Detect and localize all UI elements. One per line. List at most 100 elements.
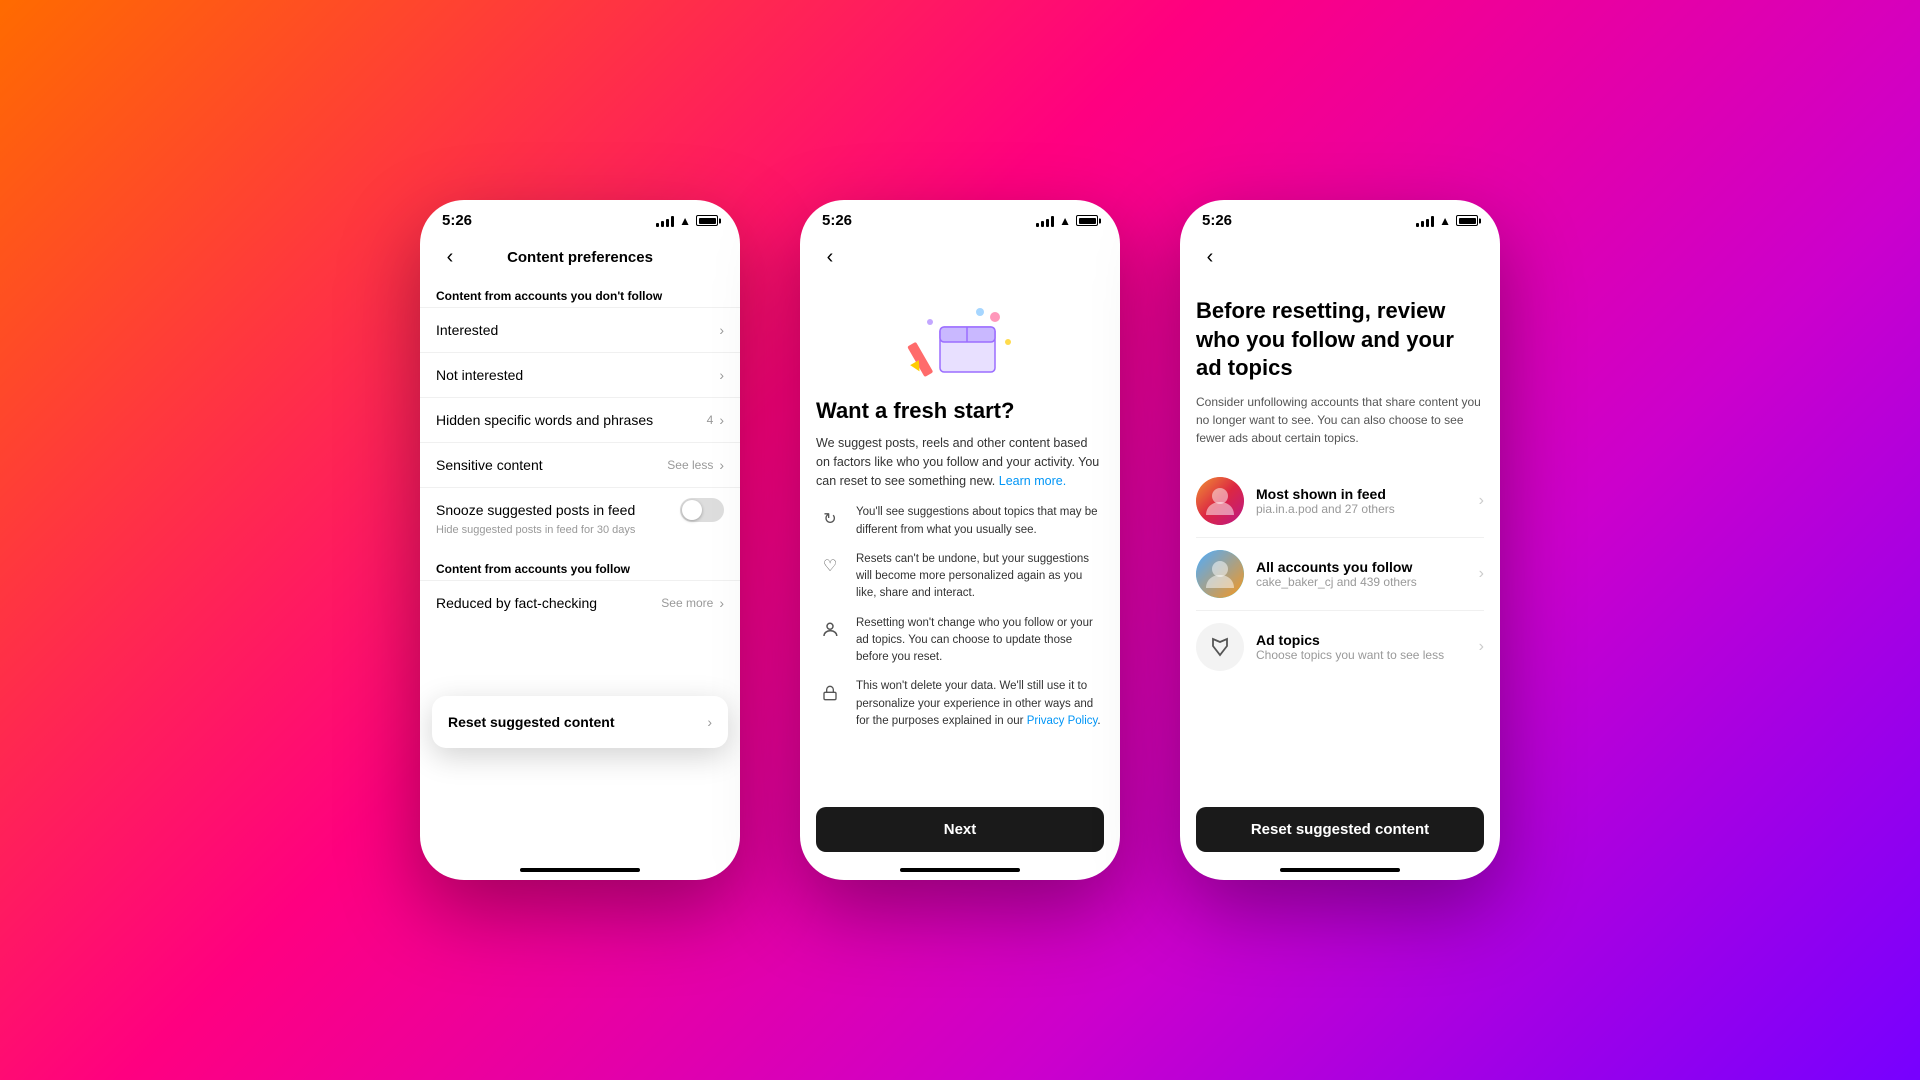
section1-header: Content from accounts you don't follow — [420, 281, 740, 307]
back-button-3[interactable]: ‹ — [1196, 243, 1224, 271]
status-bar-1: 5:26 ▲ — [420, 200, 740, 235]
feature-list: ↻ You'll see suggestions about topics th… — [816, 504, 1104, 795]
feature-text-1: You'll see suggestions about topics that… — [856, 504, 1104, 539]
phone2-content: Want a fresh start? We suggest posts, re… — [800, 281, 1120, 868]
back-button-2[interactable]: ‹ — [816, 243, 844, 271]
next-button[interactable]: Next — [816, 807, 1104, 852]
status-icons-1: ▲ — [656, 214, 718, 228]
fact-checking-label: Reduced by fact-checking — [436, 595, 597, 611]
nav-bar-2: ‹ — [800, 235, 1120, 281]
lock-icon — [816, 679, 844, 707]
feature-item-4: This won't delete your data. We'll still… — [816, 678, 1104, 730]
feature-text-4: This won't delete your data. We'll still… — [856, 678, 1104, 730]
phone3-content: Before resetting, review who you follow … — [1180, 281, 1500, 868]
wifi-icon-1: ▲ — [679, 214, 691, 228]
sensitive-content-item[interactable]: Sensitive content See less › — [420, 442, 740, 487]
most-shown-item[interactable]: Most shown in feed pia.in.a.pod and 27 o… — [1196, 465, 1484, 538]
reset-label: Reset suggested content — [448, 714, 614, 730]
fact-checking-right: See more › — [661, 595, 724, 611]
avatar-1 — [1196, 477, 1244, 525]
toggle-thumb — [682, 500, 702, 520]
chevron-icon: › — [719, 322, 724, 338]
learn-more-link[interactable]: Learn more. — [999, 474, 1066, 488]
signal-icon-2 — [1036, 215, 1054, 227]
hidden-words-badge: 4 — [707, 413, 714, 427]
chevron-icon-5: › — [707, 714, 712, 730]
signal-icon-3 — [1416, 215, 1434, 227]
page-title-1: Content preferences — [507, 249, 653, 266]
hidden-words-right: 4 › — [707, 412, 724, 428]
status-icons-2: ▲ — [1036, 214, 1098, 228]
status-bar-3: 5:26 ▲ — [1180, 200, 1500, 235]
all-accounts-info: All accounts you follow cake_baker_cj an… — [1256, 559, 1479, 589]
person-icon — [816, 616, 844, 644]
not-interested-label: Not interested — [436, 367, 523, 383]
back-button-1[interactable]: ‹ — [436, 243, 464, 271]
nav-bar-1: ‹ Content preferences — [420, 235, 740, 281]
phone-2: 5:26 ▲ ‹ — [800, 200, 1120, 880]
account-chevron-2: › — [1479, 565, 1484, 583]
ad-icon — [1196, 623, 1244, 671]
sensitive-right: See less › — [667, 457, 724, 473]
status-time-1: 5:26 — [442, 212, 472, 229]
reset-button[interactable]: Reset suggested content — [1196, 807, 1484, 852]
interested-item[interactable]: Interested › — [420, 307, 740, 352]
wifi-icon-2: ▲ — [1059, 214, 1071, 228]
heart-icon: ♡ — [816, 552, 844, 580]
home-indicator-3 — [1280, 868, 1400, 872]
status-time-3: 5:26 — [1202, 212, 1232, 229]
ad-topics-item[interactable]: Ad topics Choose topics you want to see … — [1196, 611, 1484, 683]
avatar-2 — [1196, 550, 1244, 598]
feature-text-3: Resetting won't change who you follow or… — [856, 615, 1104, 667]
wifi-icon-3: ▲ — [1439, 214, 1451, 228]
phone-1: 5:26 ▲ ‹ Content preferences Content fro… — [420, 200, 740, 880]
chevron-icon-3: › — [719, 412, 724, 428]
illustration — [816, 297, 1104, 382]
feature-item-2: ♡ Resets can't be undone, but your sugge… — [816, 551, 1104, 603]
feature-item-3: Resetting won't change who you follow or… — [816, 615, 1104, 667]
snooze-item[interactable]: Snooze suggested posts in feed Hide sugg… — [420, 487, 740, 546]
back-arrow-icon-2: ‹ — [827, 247, 834, 267]
home-indicator-1 — [520, 868, 640, 872]
most-shown-sub: pia.in.a.pod and 27 others — [1256, 502, 1479, 516]
ad-topics-info: Ad topics Choose topics you want to see … — [1256, 632, 1479, 662]
not-interested-right: › — [719, 367, 724, 383]
battery-icon-2 — [1076, 215, 1098, 226]
see-less-label: See less — [667, 458, 713, 472]
fresh-start-title: Want a fresh start? — [816, 398, 1104, 424]
feature-text-2: Resets can't be undone, but your suggest… — [856, 551, 1104, 603]
sensitive-content-label: Sensitive content — [436, 457, 543, 473]
all-accounts-item[interactable]: All accounts you follow cake_baker_cj an… — [1196, 538, 1484, 611]
chevron-icon-2: › — [719, 367, 724, 383]
reset-card: Reset suggested content › — [432, 696, 728, 748]
account-chevron-1: › — [1479, 492, 1484, 510]
signal-icon-1 — [656, 215, 674, 227]
interested-label: Interested — [436, 322, 498, 338]
status-time-2: 5:26 — [822, 212, 852, 229]
account-list: Most shown in feed pia.in.a.pod and 27 o… — [1196, 465, 1484, 799]
back-arrow-icon-1: ‹ — [447, 247, 454, 267]
reset-suggested-item[interactable]: Reset suggested content › — [432, 696, 728, 748]
hidden-words-item[interactable]: Hidden specific words and phrases 4 › — [420, 397, 740, 442]
fresh-start-desc: We suggest posts, reels and other conten… — [816, 434, 1104, 490]
refresh-icon: ↻ — [816, 505, 844, 533]
review-title: Before resetting, review who you follow … — [1196, 297, 1484, 383]
hidden-words-label: Hidden specific words and phrases — [436, 412, 653, 428]
review-desc: Consider unfollowing accounts that share… — [1196, 393, 1484, 447]
account-chevron-3: › — [1479, 638, 1484, 656]
ad-topics-name: Ad topics — [1256, 632, 1479, 648]
back-arrow-icon-3: ‹ — [1207, 247, 1214, 267]
status-bar-2: 5:26 ▲ — [800, 200, 1120, 235]
interested-right: › — [719, 322, 724, 338]
snooze-toggle[interactable] — [680, 498, 724, 522]
not-interested-item[interactable]: Not interested › — [420, 352, 740, 397]
fact-checking-item[interactable]: Reduced by fact-checking See more › — [420, 580, 740, 625]
most-shown-name: Most shown in feed — [1256, 486, 1479, 502]
battery-icon-3 — [1456, 215, 1478, 226]
privacy-policy-link[interactable]: Privacy Policy — [1027, 715, 1098, 727]
all-accounts-sub: cake_baker_cj and 439 others — [1256, 575, 1479, 589]
feature-item-1: ↻ You'll see suggestions about topics th… — [816, 504, 1104, 539]
nav-bar-3: ‹ — [1180, 235, 1500, 281]
battery-icon-1 — [696, 215, 718, 226]
snooze-top: Snooze suggested posts in feed — [436, 498, 724, 522]
